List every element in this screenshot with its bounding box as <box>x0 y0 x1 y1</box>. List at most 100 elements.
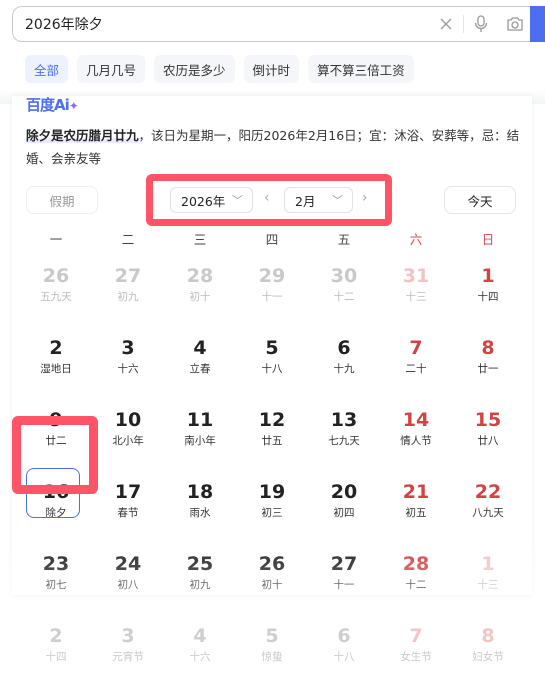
annotation-highlight-box <box>12 416 98 494</box>
day-number: 3 <box>121 337 135 359</box>
day-number: 14 <box>402 409 430 431</box>
day-number: 13 <box>330 409 358 431</box>
day-number: 2 <box>49 337 63 359</box>
calendar-day[interactable]: 15 廿八 <box>452 406 524 478</box>
calendar-day[interactable]: 4 立春 <box>164 334 236 406</box>
weekday-label: 日 <box>481 232 495 247</box>
day-number: 8 <box>481 337 495 359</box>
lunar-label: 十八 <box>261 363 283 375</box>
calendar-day[interactable]: 8 廿一 <box>452 334 524 406</box>
day-number: 5 <box>265 337 279 359</box>
calendar-day[interactable]: 13 七九天 <box>308 406 380 478</box>
day-number: 18 <box>186 481 214 503</box>
calendar-day[interactable]: 1 十四 <box>452 262 524 334</box>
weekday-header: 一 二 三 四 五 六 日 <box>20 229 524 248</box>
lunar-label: 十六 <box>189 651 211 663</box>
lunar-label: 十四 <box>45 651 67 663</box>
calendar-day[interactable]: 8 妇女节 <box>452 622 524 694</box>
day-number: 4 <box>193 625 207 647</box>
weekday-label: 三 <box>193 232 207 247</box>
lunar-label: 北小年 <box>112 435 144 447</box>
day-number: 12 <box>258 409 286 431</box>
day-number: 7 <box>409 625 423 647</box>
lunar-label: 八九天 <box>472 507 504 519</box>
lunar-label: 十三 <box>405 291 427 303</box>
annotation-highlight-box <box>146 174 392 226</box>
query-suggestion-tabs: 全部 几月几号 农历是多少 倒计时 算不算三倍工资 <box>25 55 414 83</box>
search-box[interactable]: 2026年除夕 <box>12 6 532 42</box>
lunar-label: 春节 <box>117 507 139 519</box>
today-button[interactable]: 今天 <box>444 186 516 214</box>
calendar-day[interactable]: 2 湿地日 <box>20 334 92 406</box>
calendar-day[interactable]: 5 惊蛰 <box>236 622 308 694</box>
lunar-label: 十一 <box>261 291 283 303</box>
lunar-label: 初九 <box>117 291 139 303</box>
tab-countdown[interactable]: 倒计时 <box>243 55 300 83</box>
calendar-day[interactable]: 27 初九 <box>92 262 164 334</box>
summary-highlight: 除夕是农历腊月廿九 <box>26 128 139 143</box>
calendar-week-row: 2 湿地日 3 十六 4 立春 5 十八 6 十九 7 二十 8 廿一 <box>20 334 524 406</box>
day-number: 5 <box>265 625 279 647</box>
day-number: 27 <box>114 265 142 287</box>
calendar-day[interactable]: 28 初十 <box>164 262 236 334</box>
day-number: 10 <box>114 409 142 431</box>
microphone-icon[interactable] <box>464 7 498 41</box>
lunar-label: 初四 <box>333 507 355 519</box>
day-number: 19 <box>258 481 286 503</box>
lunar-label: 妇女节 <box>472 651 504 663</box>
holiday-button[interactable]: 假期 <box>26 186 98 214</box>
lunar-label: 初十 <box>189 291 211 303</box>
calendar-day[interactable]: 3 十六 <box>92 334 164 406</box>
calendar-day[interactable]: 30 十二 <box>308 262 380 334</box>
day-number: 31 <box>402 265 430 287</box>
calendar-day[interactable]: 5 十八 <box>236 334 308 406</box>
tab-which-date[interactable]: 几月几号 <box>77 55 146 83</box>
calendar-day[interactable]: 3 元宵节 <box>92 622 164 694</box>
lunar-label: 十二 <box>333 291 355 303</box>
day-number: 1 <box>481 265 495 287</box>
day-number: 3 <box>121 625 135 647</box>
day-number: 22 <box>474 481 502 503</box>
weekday-label: 二 <box>121 232 135 247</box>
calendar-day[interactable]: 4 十六 <box>164 622 236 694</box>
calendar-day[interactable]: 6 十九 <box>308 334 380 406</box>
lunar-label: 十八 <box>333 651 355 663</box>
calendar-week-row: 2 十四 3 元宵节 4 十六 5 惊蛰 6 十八 7 女生节 8 妇女节 <box>20 622 524 694</box>
calendar-day[interactable]: 14 情人节 <box>380 406 452 478</box>
tab-all[interactable]: 全部 <box>25 55 69 83</box>
search-button[interactable] <box>530 6 545 42</box>
calendar-day[interactable]: 10 北小年 <box>92 406 164 478</box>
lunar-label: 廿五 <box>261 435 283 447</box>
calendar-day[interactable]: 12 廿五 <box>236 406 308 478</box>
calendar-day[interactable]: 7 女生节 <box>380 622 452 694</box>
calendar-day[interactable]: 7 二十 <box>380 334 452 406</box>
day-number: 6 <box>337 625 351 647</box>
day-number: 26 <box>42 265 70 287</box>
calendar-day[interactable]: 31 十三 <box>380 262 452 334</box>
calendar-day[interactable]: 2 十四 <box>20 622 92 694</box>
calendar-day[interactable]: 29 十一 <box>236 262 308 334</box>
close-icon[interactable] <box>429 7 463 41</box>
camera-icon[interactable] <box>498 7 532 41</box>
baidu-ai-logo: 百度Ai✦ <box>26 94 79 115</box>
day-number: 17 <box>114 481 142 503</box>
lunar-label: 湿地日 <box>40 363 72 375</box>
calendar-day[interactable]: 6 十八 <box>308 622 380 694</box>
lunar-label: 初三 <box>261 507 283 519</box>
lunar-label: 情人节 <box>400 435 432 447</box>
lunar-label: 女生节 <box>400 651 432 663</box>
lunar-label: 廿八 <box>477 435 499 447</box>
lunar-label: 七九天 <box>328 435 360 447</box>
calendar-day[interactable]: 26 五九天 <box>20 262 92 334</box>
lunar-label: 惊蛰 <box>261 651 283 663</box>
day-number: 7 <box>409 337 423 359</box>
day-number: 29 <box>258 265 286 287</box>
search-input[interactable]: 2026年除夕 <box>25 14 429 34</box>
logo-text: 百度Ai <box>26 96 70 114</box>
tab-lunar-date[interactable]: 农历是多少 <box>154 55 235 83</box>
calendar-day[interactable]: 11 南小年 <box>164 406 236 478</box>
day-number: 2 <box>49 625 63 647</box>
lunar-label: 五九天 <box>40 291 72 303</box>
weekday-label: 一 <box>49 232 63 247</box>
tab-triple-wage[interactable]: 算不算三倍工资 <box>308 55 414 83</box>
